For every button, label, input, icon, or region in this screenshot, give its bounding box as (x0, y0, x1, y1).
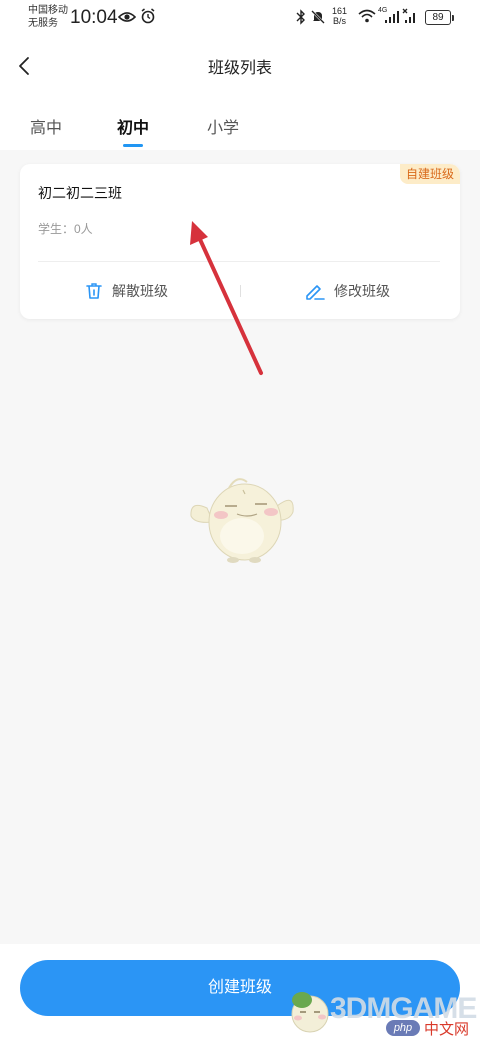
nav-header: 班级列表 (0, 36, 480, 96)
network-speed: 161 B/s (332, 6, 347, 26)
cell-signal-icon (385, 11, 399, 23)
tab-high-school[interactable]: 高中 (30, 114, 62, 138)
tab-primary-school[interactable]: 小学 (207, 114, 239, 138)
self-created-badge: 自建班级 (399, 164, 460, 184)
dissolve-class-label: 解散班级 (112, 283, 168, 299)
status-bar: 中国移动 无服务 10:04 161 B/s 4G 89 (0, 0, 480, 36)
class-name: 初二初二三班 (38, 185, 122, 201)
eye-icon (118, 12, 136, 22)
network-speed-unit: B/s (333, 16, 347, 26)
edit-class-label: 修改班级 (334, 283, 390, 299)
edit-pencil-icon (306, 285, 325, 300)
clock: 10:04 (70, 7, 118, 28)
empty-state-mascot-icon (190, 478, 294, 563)
watermark: 3DMGAME php 中文网 (282, 980, 480, 1040)
tab-label: 初中 (117, 120, 150, 137)
level-tabs: 高中 初中 小学 (0, 96, 480, 150)
watermark-php-badge: php (386, 1020, 420, 1036)
annotation-arrow-icon (190, 221, 263, 375)
page-title: 班级列表 (207, 60, 272, 77)
alarm-icon (141, 8, 155, 24)
edit-class-button[interactable]: 修改班级 (304, 280, 390, 302)
watermark-mascot-icon (291, 992, 329, 1033)
trash-icon (86, 283, 102, 299)
watermark-site: 中文网 (422, 1018, 472, 1039)
wifi-icon (358, 9, 376, 23)
carrier-info: 中国移动 无服务 (28, 4, 68, 30)
no-signal-icon (402, 8, 415, 23)
dissolve-class-button[interactable]: 解散班级 (84, 280, 168, 302)
tab-label: 高中 (30, 120, 63, 137)
bluetooth-icon (296, 9, 305, 25)
mute-bell-icon (311, 10, 325, 24)
network-speed-value: 161 (332, 6, 348, 16)
battery-indicator: 89 (425, 10, 454, 25)
active-tab-indicator (123, 144, 144, 147)
tab-label: 小学 (207, 120, 240, 137)
service-status: 无服务 (28, 18, 58, 29)
student-count: 学生：0人 (38, 222, 93, 236)
carrier-name: 中国移动 (28, 5, 68, 16)
tab-middle-school[interactable]: 初中 (117, 114, 150, 147)
